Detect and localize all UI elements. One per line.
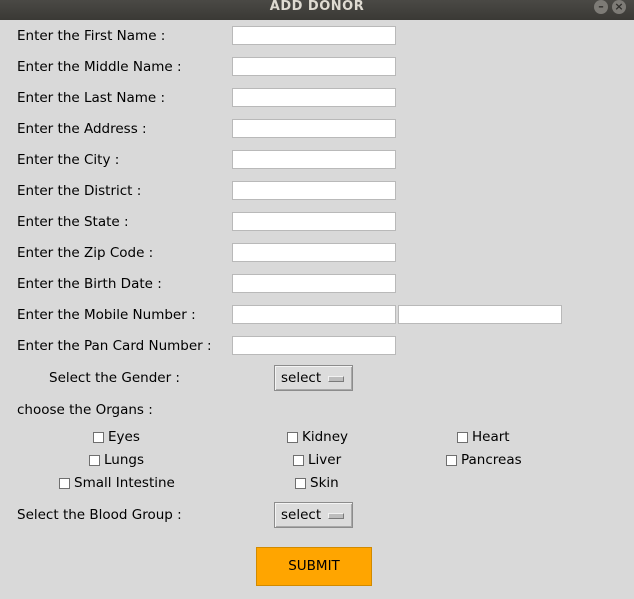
zip-code-input[interactable] xyxy=(232,243,396,262)
window-title: ADD DONOR xyxy=(269,0,365,14)
close-icon[interactable]: × xyxy=(612,0,626,14)
organs-label: choose the Organs : xyxy=(17,402,153,418)
dropdown-indicator-icon xyxy=(328,376,344,382)
district-input[interactable] xyxy=(232,181,396,200)
minimize-icon[interactable]: – xyxy=(594,0,608,14)
first-name-label: Enter the First Name : xyxy=(17,28,166,44)
city-label: Enter the City : xyxy=(17,152,120,168)
skin-label: Skin xyxy=(310,475,339,491)
lungs-checkbox[interactable] xyxy=(89,455,100,466)
small-intestine-label: Small Intestine xyxy=(74,475,175,491)
liver-checkbox[interactable] xyxy=(293,455,304,466)
pan-card-label: Enter the Pan Card Number : xyxy=(17,338,212,354)
gender-select[interactable]: select xyxy=(274,365,353,391)
gender-select-value: select xyxy=(281,370,322,386)
state-label: Enter the State : xyxy=(17,214,129,230)
eyes-label: Eyes xyxy=(108,429,140,445)
eyes-checkbox[interactable] xyxy=(93,432,104,443)
heart-label: Heart xyxy=(472,429,510,445)
state-input[interactable] xyxy=(232,212,396,231)
skin-checkbox[interactable] xyxy=(295,478,306,489)
title-bar: ADD DONOR – × xyxy=(0,0,634,20)
gender-label: Select the Gender : xyxy=(49,370,180,386)
pan-card-input[interactable] xyxy=(232,336,396,355)
birth-date-input[interactable] xyxy=(232,274,396,293)
district-label: Enter the District : xyxy=(17,183,142,199)
last-name-label: Enter the Last Name : xyxy=(17,90,166,106)
kidney-checkbox[interactable] xyxy=(287,432,298,443)
pancreas-label: Pancreas xyxy=(461,452,522,468)
liver-label: Liver xyxy=(308,452,342,468)
last-name-input[interactable] xyxy=(232,88,396,107)
dropdown-indicator-icon xyxy=(328,513,344,519)
mobile-number-input-2[interactable] xyxy=(398,305,562,324)
blood-group-select-value: select xyxy=(281,507,322,523)
heart-checkbox[interactable] xyxy=(457,432,468,443)
submit-button[interactable]: SUBMIT xyxy=(256,547,372,586)
middle-name-input[interactable] xyxy=(232,57,396,76)
middle-name-label: Enter the Middle Name : xyxy=(17,59,182,75)
lungs-label: Lungs xyxy=(104,452,144,468)
kidney-label: Kidney xyxy=(302,429,349,445)
mobile-number-label: Enter the Mobile Number : xyxy=(17,307,196,323)
address-label: Enter the Address : xyxy=(17,121,147,137)
first-name-input[interactable] xyxy=(232,26,396,45)
blood-group-select[interactable]: select xyxy=(274,502,353,528)
pancreas-checkbox[interactable] xyxy=(446,455,457,466)
blood-group-label: Select the Blood Group : xyxy=(17,507,182,523)
address-input[interactable] xyxy=(232,119,396,138)
zip-code-label: Enter the Zip Code : xyxy=(17,245,154,261)
city-input[interactable] xyxy=(232,150,396,169)
small-intestine-checkbox[interactable] xyxy=(59,478,70,489)
mobile-number-input[interactable] xyxy=(232,305,396,324)
birth-date-label: Enter the Birth Date : xyxy=(17,276,162,292)
